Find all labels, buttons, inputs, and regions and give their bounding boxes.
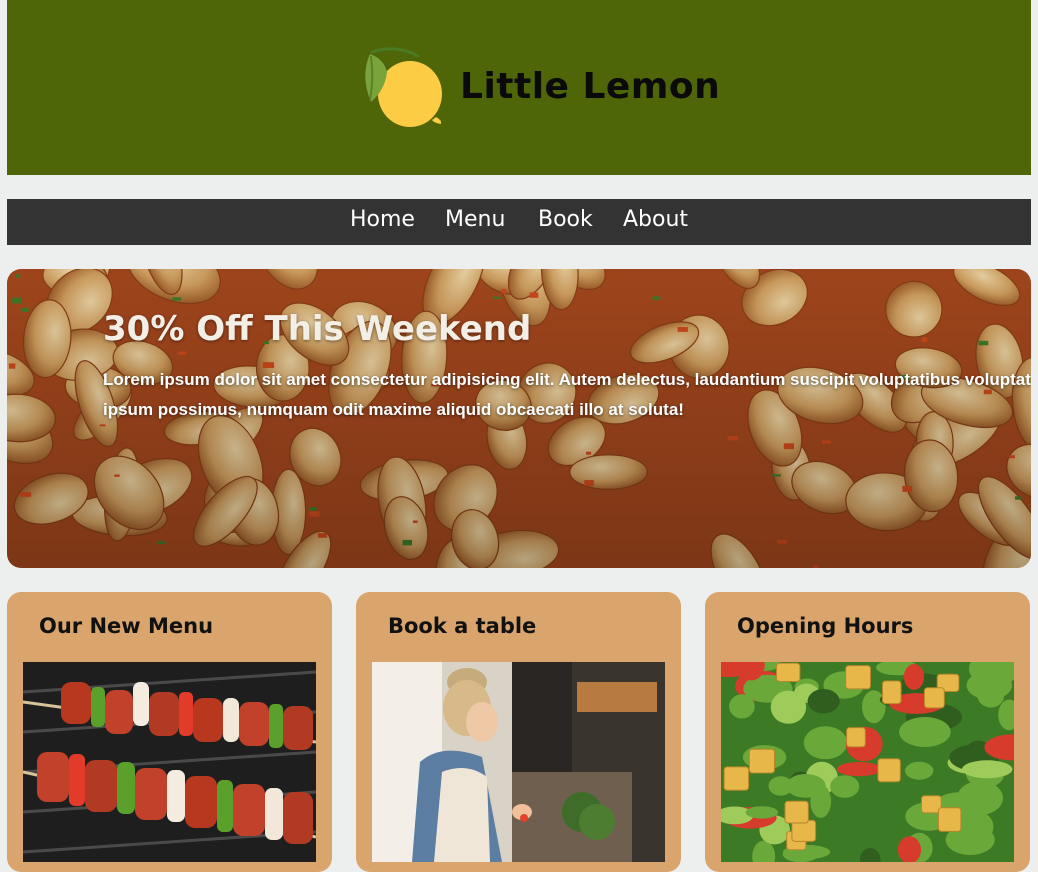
brand-name: Little Lemon (460, 66, 721, 107)
card-title: Our New Menu (39, 614, 214, 638)
lemon-icon[interactable] (358, 44, 450, 132)
card-our-new-menu[interactable]: Our New Menu (7, 592, 332, 872)
nav-item-home[interactable]: Home (350, 207, 415, 232)
nav-item-book[interactable]: Book (538, 207, 593, 232)
chef-cooking-photo (372, 662, 665, 862)
card-opening-hours[interactable]: Opening Hours (705, 592, 1030, 872)
site-header: Little Lemon (7, 0, 1031, 175)
promo-hero: 30% Off This Weekend Lorem ipsum dolor s… (7, 269, 1031, 568)
main-nav: Home Menu Book About (7, 199, 1031, 245)
nav-item-about[interactable]: About (623, 207, 688, 232)
salad-with-croutons-photo (721, 662, 1014, 862)
hero-description: Lorem ipsum dolor sit amet consectetur a… (103, 370, 1031, 419)
hero-title: 30% Off This Weekend (103, 309, 532, 349)
card-title: Book a table (388, 614, 537, 638)
grilled-kebab-skewers-photo (23, 662, 316, 862)
nav-item-menu[interactable]: Menu (445, 207, 505, 232)
card-title: Opening Hours (737, 614, 914, 638)
card-book-a-table[interactable]: Book a table (356, 592, 681, 872)
